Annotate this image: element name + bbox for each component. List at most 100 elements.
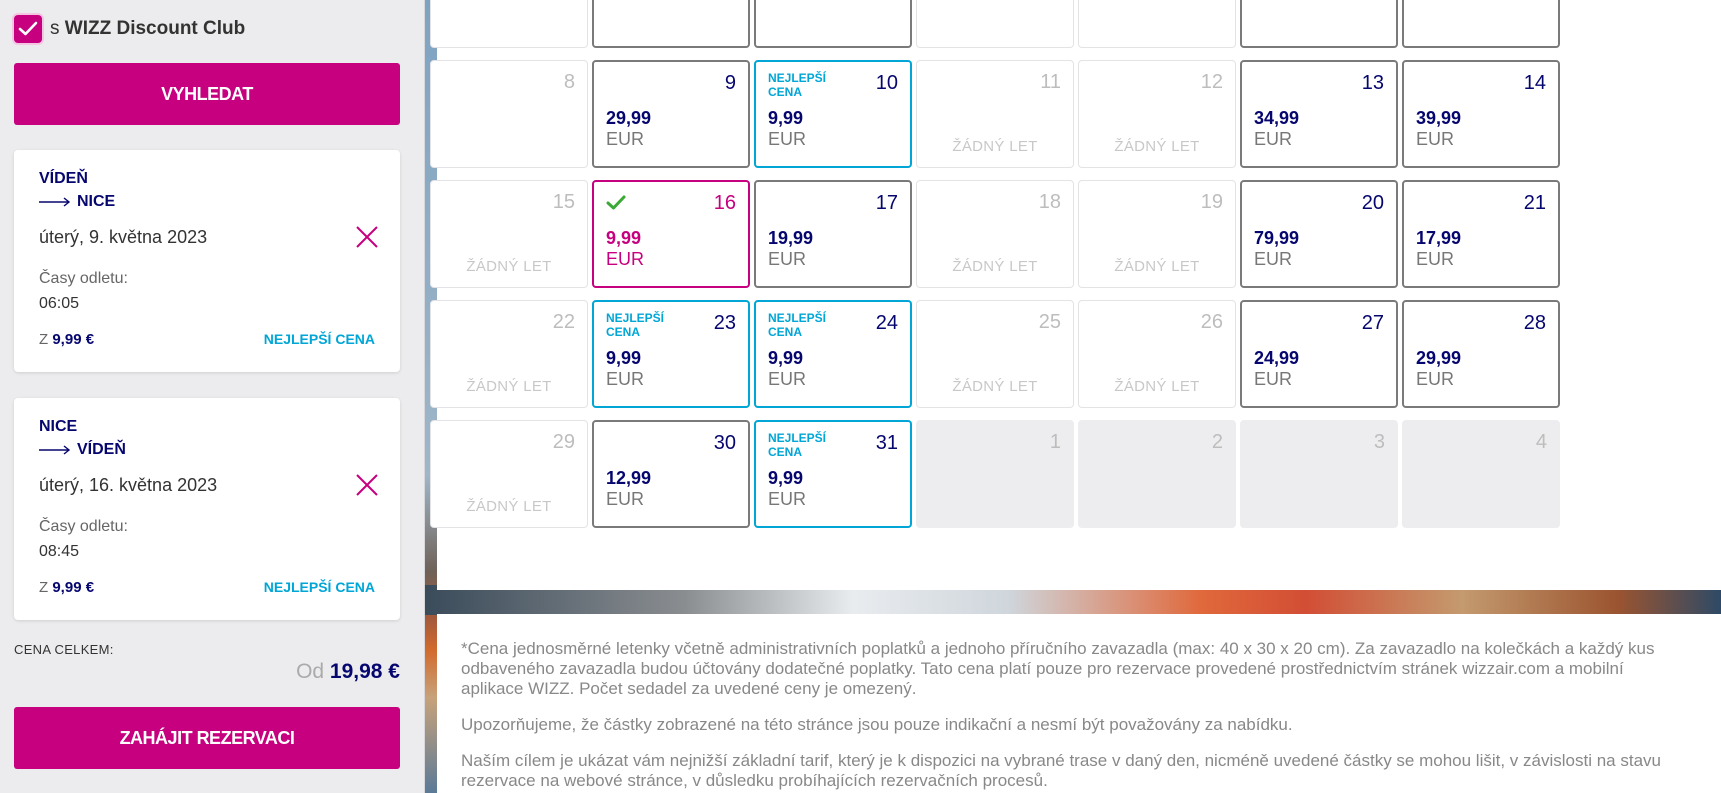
day-price: 9,99: [606, 348, 642, 368]
disclaimer-paragraph: Upozorňujeme, že částky zobrazené na tét…: [461, 715, 1293, 734]
day-currency: EUR: [1416, 129, 1455, 149]
departure-time: 06:05: [39, 295, 80, 312]
close-icon: [356, 226, 378, 248]
calendar-day-cell[interactable]: 31 NEJLEPŠÍ CENA 9,99 EUR: [754, 420, 912, 528]
day-price: 24,99: [1254, 348, 1300, 368]
total-prefix: Od: [296, 660, 325, 683]
day-currency: EUR: [606, 369, 645, 389]
best-price-label: NEJLEPŠÍ CENA: [606, 311, 665, 339]
no-flight-label: ŽÁDNÝ LET: [1114, 378, 1200, 395]
best-price-badge: NEJLEPŠÍ CENA: [263, 579, 375, 595]
calendar-day-cell[interactable]: 24 NEJLEPŠÍ CENA 9,99 EUR: [754, 300, 912, 408]
total-price: Od 19,98 €: [296, 660, 400, 684]
leg-price: Z 9,99 €: [39, 331, 94, 348]
search-button[interactable]: VYHLEDAT: [14, 63, 400, 125]
day-number: 20: [1361, 192, 1384, 214]
day-currency: EUR: [1254, 249, 1293, 269]
calendar-day-cell[interactable]: [1402, 0, 1560, 48]
day-number: 26: [1200, 311, 1223, 333]
leg-destination: VÍDEŇ: [77, 441, 126, 458]
calendar-day-cell[interactable]: 14 39,99 EUR: [1402, 60, 1560, 168]
day-number: 8: [563, 71, 575, 93]
calendar-day-cell[interactable]: [754, 0, 912, 48]
start-booking-button[interactable]: ZAHÁJIT REZERVACI: [14, 707, 400, 769]
disclaimer-paragraph: *Cena jednosměrné letenky včetně adminis…: [461, 639, 1655, 698]
day-currency: EUR: [768, 129, 807, 149]
day-number: 13: [1361, 72, 1384, 94]
calendar-day-cell[interactable]: 13 34,99 EUR: [1240, 60, 1398, 168]
day-price: 29,99: [1416, 348, 1462, 368]
calendar-day-cell[interactable]: 30 12,99 EUR: [592, 420, 750, 528]
day-number: 1: [1049, 431, 1061, 453]
discount-club-option[interactable]: s WIZZ Discount Club: [14, 14, 245, 44]
calendar-day-cell: 22 ŽÁDNÝ LET: [430, 300, 588, 408]
calendar-day-cell[interactable]: 9 29,99 EUR: [592, 60, 750, 168]
day-currency: EUR: [768, 489, 807, 509]
calendar-day-cell: 29 ŽÁDNÝ LET: [430, 420, 588, 528]
day-price: 17,99: [1416, 228, 1462, 248]
calendar-day-cell[interactable]: 10 NEJLEPŠÍ CENA 9,99 EUR: [754, 60, 912, 168]
arrow-right-icon: [39, 197, 71, 207]
day-number: 27: [1361, 312, 1384, 334]
calendar-day-cell[interactable]: 21 17,99 EUR: [1402, 180, 1560, 288]
day-number: 23: [713, 312, 736, 334]
check-icon: [606, 195, 626, 210]
day-currency: EUR: [1416, 369, 1455, 389]
day-price: 9,99: [768, 348, 804, 368]
day-number: 4: [1535, 431, 1547, 453]
remove-leg-button[interactable]: [354, 224, 380, 250]
day-price: 19,99: [768, 228, 814, 248]
calendar-day-cell: [430, 0, 588, 48]
day-price: 9,99: [606, 228, 642, 248]
best-price-label: NEJLEPŠÍ CENA: [768, 71, 827, 99]
calendar-day-cell[interactable]: 23 NEJLEPŠÍ CENA 9,99 EUR: [592, 300, 750, 408]
day-number: 21: [1523, 192, 1546, 214]
calendar-day-cell[interactable]: 27 24,99 EUR: [1240, 300, 1398, 408]
day-number: 17: [875, 192, 898, 214]
calendar-day-cell[interactable]: [1240, 0, 1398, 48]
calendar-day-cell: 19 ŽÁDNÝ LET: [1078, 180, 1236, 288]
day-currency: EUR: [768, 249, 807, 269]
disclaimer: *Cena jednosměrné letenky včetně adminis…: [437, 614, 1721, 793]
departure-times-label: Časy odletu:: [39, 270, 128, 287]
total-price-label: CENA CELKEM:: [14, 642, 114, 657]
calendar-day-cell[interactable]: 28 29,99 EUR: [1402, 300, 1560, 408]
discount-club-checkbox[interactable]: [14, 15, 42, 43]
club-prefix: s: [50, 18, 60, 39]
day-price: 34,99: [1254, 108, 1300, 128]
calendar-day-cell[interactable]: 20 79,99 EUR: [1240, 180, 1398, 288]
day-number: 28: [1523, 312, 1546, 334]
remove-leg-button[interactable]: [354, 472, 380, 498]
day-price: 9,99: [768, 468, 804, 488]
leg-price: Z 9,99 €: [39, 579, 94, 596]
calendar-day-cell: [916, 0, 1074, 48]
day-price: 12,99: [606, 468, 652, 488]
price-prefix: Z: [39, 579, 49, 596]
arrow-right-icon: [39, 445, 71, 455]
no-flight-label: ŽÁDNÝ LET: [466, 378, 552, 395]
leg-destination: NICE: [77, 193, 116, 210]
day-number: 12: [1200, 71, 1223, 93]
flight-leg-return: NICE VÍDEŇ úterý, 16. května 2023 Časy o…: [14, 398, 400, 620]
best-price-label: NEJLEPŠÍ CENA: [768, 311, 827, 339]
calendar-day-cell[interactable]: [592, 0, 750, 48]
day-price: 39,99: [1416, 108, 1462, 128]
day-number: 16: [713, 192, 736, 214]
day-number: 14: [1523, 72, 1546, 94]
day-price: 79,99: [1254, 228, 1300, 248]
leg-destination-row: NICE: [39, 193, 115, 211]
day-currency: EUR: [606, 489, 645, 509]
day-number: 9: [724, 72, 736, 94]
calendar-day-cell[interactable]: 17 19,99 EUR: [754, 180, 912, 288]
calendar-day-cell[interactable]: 16 9,99 EUR: [592, 180, 750, 288]
no-flight-label: ŽÁDNÝ LET: [466, 258, 552, 275]
day-number: 18: [1038, 191, 1061, 213]
price-value: 9,99 €: [52, 331, 95, 348]
total-amount: 19,98 €: [329, 660, 400, 683]
leg-destination-row: VÍDEŇ: [39, 441, 126, 459]
day-number: 31: [875, 432, 898, 454]
leg-date: úterý, 9. května 2023: [39, 227, 208, 247]
day-number: 11: [1040, 71, 1061, 93]
day-currency: EUR: [1254, 369, 1293, 389]
sidebar: s WIZZ Discount Club VYHLEDAT VÍDEŇ NICE…: [0, 0, 425, 793]
